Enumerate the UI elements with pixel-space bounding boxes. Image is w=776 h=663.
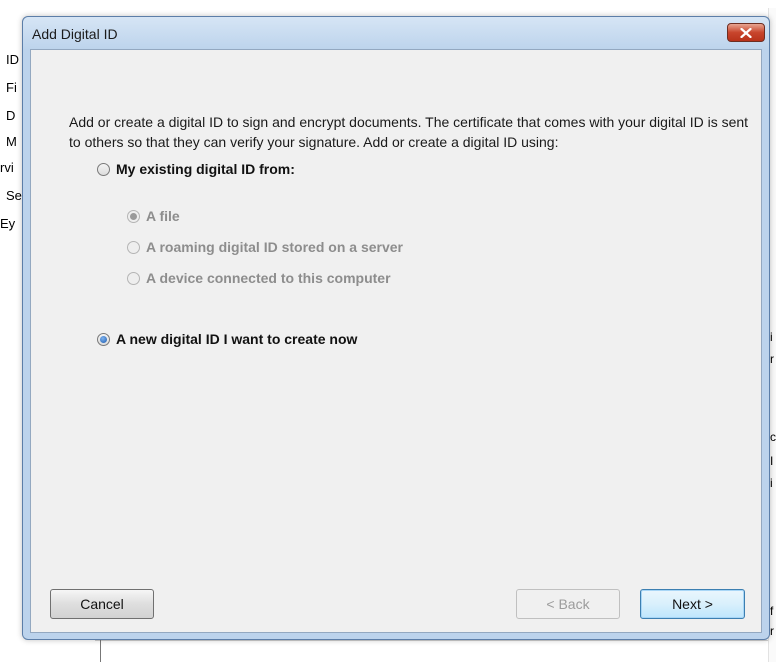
option-device: A device connected to this computer: [127, 270, 391, 286]
background-left-item: M: [6, 134, 17, 149]
option-new-id[interactable]: A new digital ID I want to create now: [97, 331, 357, 347]
background-right-fragment: i: [770, 330, 773, 344]
background-divider: [100, 640, 101, 662]
dialog-description: Add or create a digital ID to sign and e…: [69, 114, 749, 150]
file-radio: [127, 209, 140, 223]
background-right-fragment: r: [770, 624, 774, 638]
background-right-fragment: c: [770, 430, 776, 444]
background-left-item: Se: [6, 188, 22, 203]
device-radio: [127, 271, 140, 285]
add-digital-id-dialog: Add Digital ID Add or create a digital I…: [22, 16, 770, 640]
background-left-item: D: [6, 108, 16, 123]
background-top-strip: [0, 0, 776, 8]
background-right-fragment: f: [770, 604, 774, 618]
background-bottom-strip: [95, 640, 768, 663]
roaming-label: A roaming digital ID stored on a server: [146, 239, 403, 255]
background-right-fragment: I: [770, 454, 774, 468]
new-id-radio[interactable]: [97, 332, 110, 346]
device-label: A device connected to this computer: [146, 270, 391, 286]
cancel-button[interactable]: Cancel: [50, 589, 154, 619]
close-button[interactable]: [727, 23, 765, 42]
background-right-fragment: r: [770, 352, 774, 366]
existing-id-radio[interactable]: [97, 162, 110, 176]
next-button[interactable]: Next >: [640, 589, 745, 619]
close-icon: [740, 27, 752, 38]
dialog-titlebar[interactable]: Add Digital ID: [23, 17, 769, 49]
file-label: A file: [146, 208, 180, 224]
existing-id-label: My existing digital ID from:: [116, 161, 295, 177]
option-roaming: A roaming digital ID stored on a server: [127, 239, 403, 255]
option-existing-id[interactable]: My existing digital ID from:: [97, 161, 295, 177]
dialog-client-area: Add or create a digital ID to sign and e…: [30, 49, 762, 633]
new-id-label: A new digital ID I want to create now: [116, 331, 358, 347]
dialog-title: Add Digital ID: [32, 26, 118, 42]
roaming-radio: [127, 240, 140, 254]
back-button: < Back: [516, 589, 620, 619]
background-left-item: Ey: [0, 216, 16, 231]
background-left-item: Fi: [6, 80, 17, 95]
background-right-fragment: i: [770, 476, 773, 490]
background-left-item: rvi: [0, 160, 14, 175]
background-left-item: ID: [6, 52, 19, 67]
option-file: A file: [127, 208, 180, 224]
